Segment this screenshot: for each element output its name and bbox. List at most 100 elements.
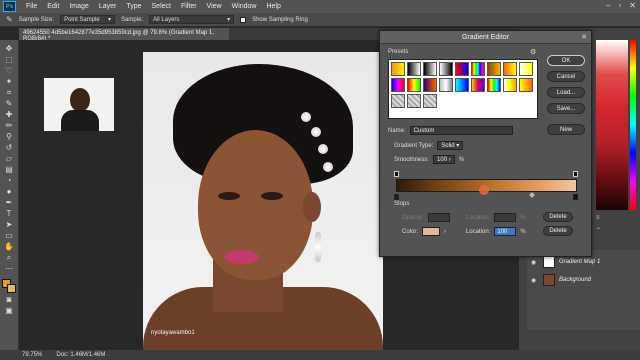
color-stop-right[interactable]	[573, 194, 578, 200]
menu-view[interactable]: View	[207, 3, 222, 10]
preset-swatch[interactable]	[503, 78, 517, 92]
more-tools-icon[interactable]: ⋯	[3, 264, 16, 273]
type-tool-icon[interactable]: T	[3, 209, 16, 218]
color-location-input[interactable]: 100	[494, 227, 517, 236]
path-select-icon[interactable]: ➤	[3, 220, 16, 229]
menu-layer[interactable]: Layer	[99, 3, 117, 10]
sample-size-select[interactable]: Point Sample ▾	[60, 15, 116, 24]
close-icon[interactable]: ✕	[629, 1, 636, 10]
preset-swatch[interactable]	[407, 78, 421, 92]
smoothness-input[interactable]: 100 ›	[433, 155, 455, 164]
visibility-eye-icon[interactable]: ◉	[531, 277, 539, 284]
eyedropper-tool-icon[interactable]: ✎	[6, 15, 13, 24]
screen-mode-icon[interactable]: ▣	[3, 306, 16, 315]
preset-swatch[interactable]	[519, 78, 533, 92]
earring	[315, 232, 321, 262]
layer-thumbnail	[543, 256, 555, 268]
photo-right-eye	[261, 192, 283, 200]
color-stop-left[interactable]	[394, 194, 399, 200]
menu-type[interactable]: Type	[126, 3, 141, 10]
show-sampling-ring-checkbox[interactable]	[240, 16, 247, 23]
color-picker-field[interactable]	[596, 40, 628, 210]
quick-mask-icon[interactable]: ◙	[3, 295, 16, 304]
mouse-cursor	[479, 185, 489, 195]
photo-left-eye	[218, 192, 240, 200]
hand-tool-icon[interactable]: ✋	[3, 242, 16, 251]
delete-color-stop-button[interactable]: Delete	[543, 226, 573, 236]
lasso-tool-icon[interactable]: ➰	[3, 66, 16, 75]
document-photo[interactable]: nyotayawambo1	[143, 52, 383, 350]
preset-swatch[interactable]	[407, 62, 421, 76]
preset-swatch[interactable]	[471, 62, 485, 76]
panel-menu-icon[interactable]: ≡	[596, 215, 640, 221]
new-button[interactable]: New	[547, 124, 585, 135]
eyedropper-icon[interactable]: ✎	[3, 99, 16, 108]
move-tool-icon[interactable]: ✥	[3, 44, 16, 53]
preset-swatch[interactable]	[487, 78, 501, 92]
menu-edit[interactable]: Edit	[47, 3, 59, 10]
preset-swatch[interactable]	[455, 78, 469, 92]
history-brush-icon[interactable]: ↺	[3, 143, 16, 152]
opacity-stop-left[interactable]	[394, 171, 399, 177]
midpoint-diamond[interactable]	[529, 192, 535, 198]
layer-row[interactable]: ◉ Background	[527, 272, 640, 288]
opacity-location-label: Location:	[466, 214, 491, 221]
document-size: Doc: 1.46M/1.46M	[56, 352, 106, 358]
gradient-type-select[interactable]: Solid ▾	[437, 141, 464, 150]
blur-tool-icon[interactable]: ◔	[3, 176, 16, 185]
panel-expand-icon[interactable]: ⌄	[596, 224, 640, 231]
gradient-tool-icon[interactable]: ▤	[3, 165, 16, 174]
clone-stamp-icon[interactable]: ⚲	[3, 132, 16, 141]
menu-image[interactable]: Image	[69, 3, 88, 10]
preset-swatch[interactable]	[391, 62, 405, 76]
eraser-tool-icon[interactable]: ▱	[3, 154, 16, 163]
preset-swatch[interactable]	[439, 62, 453, 76]
window-controls: – ▫ ✕	[606, 1, 636, 10]
close-icon[interactable]: ✕	[581, 33, 587, 41]
ok-button[interactable]: OK	[547, 55, 585, 66]
visibility-eye-icon[interactable]: ◉	[531, 259, 539, 266]
stop-color-swatch[interactable]	[422, 227, 441, 236]
maximize-icon[interactable]: ▫	[618, 1, 621, 10]
menu-help[interactable]: Help	[267, 3, 281, 10]
preset-swatch[interactable]	[471, 78, 485, 92]
preset-swatch[interactable]	[407, 94, 421, 108]
menu-filter[interactable]: Filter	[181, 3, 197, 10]
brush-tool-icon[interactable]: ✏	[3, 121, 16, 130]
shape-tool-icon[interactable]: ▭	[3, 231, 16, 240]
preset-swatch[interactable]	[423, 78, 437, 92]
menu-select[interactable]: Select	[152, 3, 171, 10]
preset-swatch[interactable]	[423, 62, 437, 76]
chevron-right-icon[interactable]: ›	[444, 229, 446, 235]
document-tab[interactable]: 49624550 4d5be1642877e35d953859cd.jpg @ …	[19, 28, 229, 42]
opacity-stop-right[interactable]	[573, 171, 578, 177]
zoom-level[interactable]: 79.75%	[22, 352, 42, 358]
preset-swatch[interactable]	[455, 62, 469, 76]
load-button[interactable]: Load...	[547, 87, 585, 98]
color-swatches[interactable]	[2, 279, 16, 293]
dodge-tool-icon[interactable]: ●	[3, 187, 16, 196]
pen-tool-icon[interactable]: ✒	[3, 198, 16, 207]
preset-swatch[interactable]	[439, 78, 453, 92]
gear-icon[interactable]: ⚙	[530, 48, 536, 56]
preset-swatch[interactable]	[391, 78, 405, 92]
minimize-icon[interactable]: –	[606, 1, 610, 10]
marquee-tool-icon[interactable]: ⬚	[3, 55, 16, 64]
menu-file[interactable]: File	[26, 3, 37, 10]
preset-swatch[interactable]	[487, 62, 501, 76]
menu-window[interactable]: Window	[232, 3, 257, 10]
preset-swatch[interactable]	[423, 94, 437, 108]
sample-select[interactable]: All Layers ▾	[149, 15, 235, 24]
preset-swatch[interactable]	[391, 94, 405, 108]
healing-brush-icon[interactable]: ✚	[3, 110, 16, 119]
preset-swatch[interactable]	[519, 62, 533, 76]
background-color-swatch[interactable]	[7, 284, 16, 293]
quick-select-tool-icon[interactable]: ✦	[3, 77, 16, 86]
preset-swatch[interactable]	[503, 62, 517, 76]
crop-tool-icon[interactable]: ⌗	[3, 88, 16, 97]
zoom-tool-icon[interactable]: ⌕	[3, 253, 16, 262]
save-button[interactable]: Save...	[547, 103, 585, 114]
hue-slider[interactable]	[630, 40, 636, 210]
name-input[interactable]: Custom	[409, 126, 513, 135]
cancel-button[interactable]: Cancel	[547, 71, 585, 82]
